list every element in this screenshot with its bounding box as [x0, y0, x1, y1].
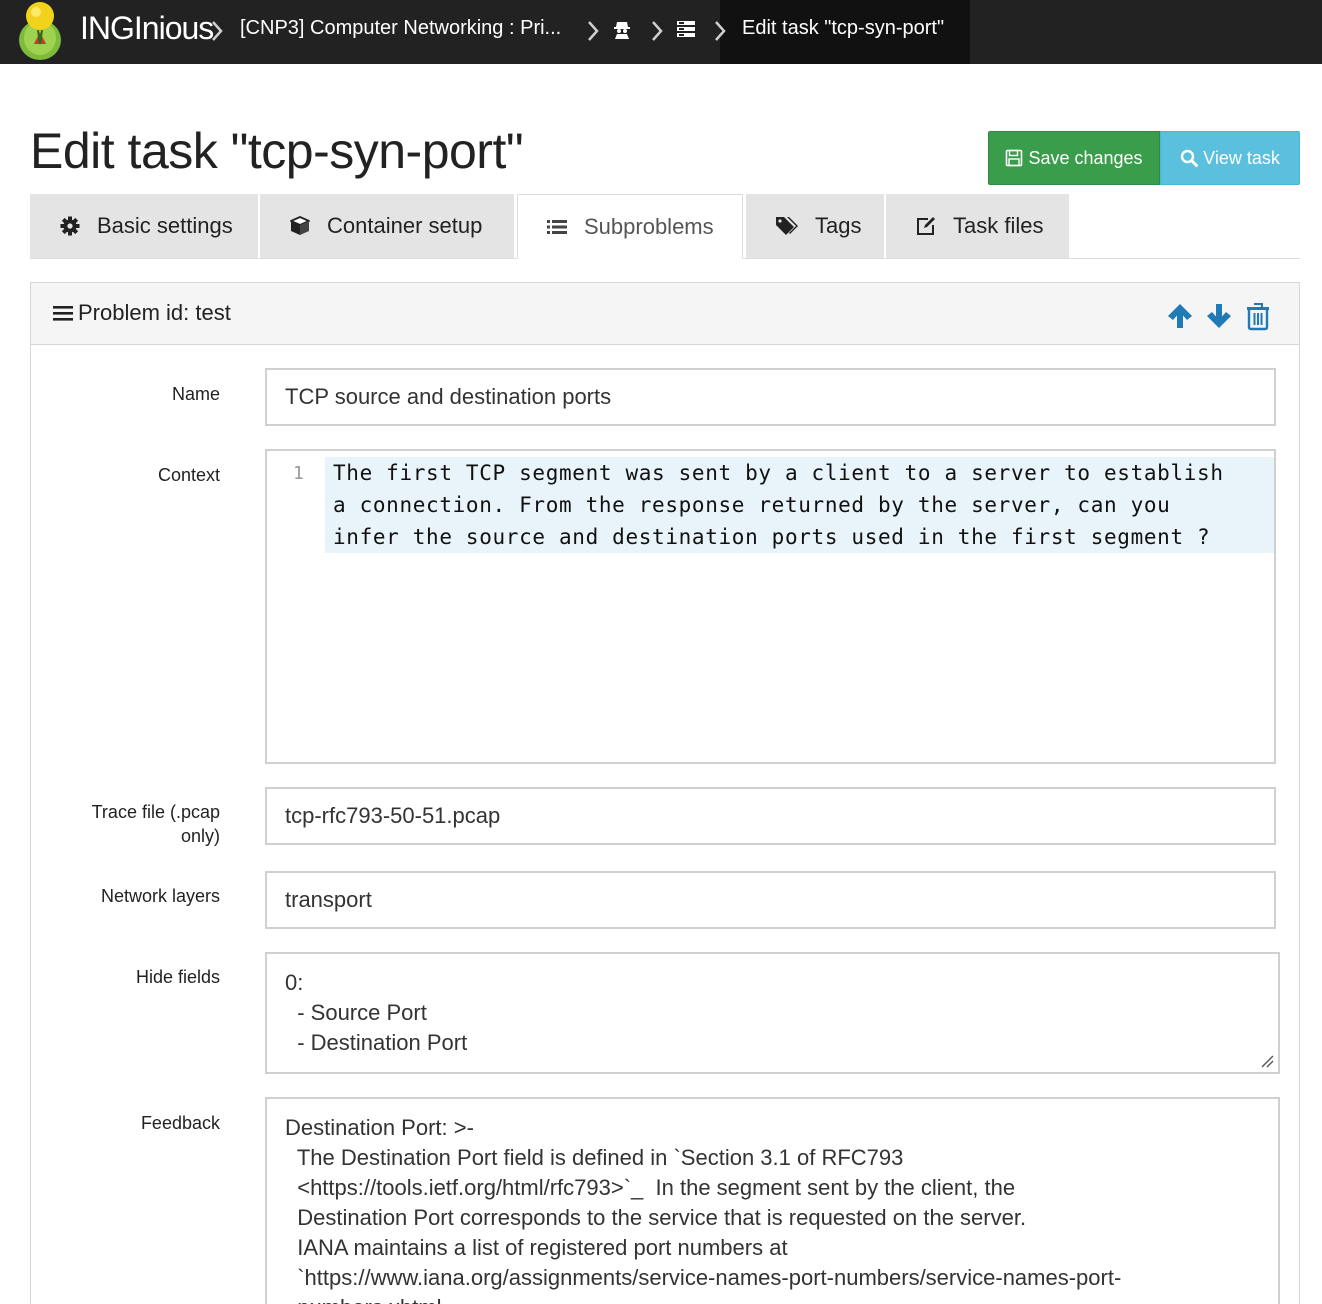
problem-panel-header: Problem id: test — [31, 283, 1299, 345]
edit-icon — [917, 217, 935, 235]
name-label: Name — [171, 384, 220, 404]
tab-tags[interactable]: Tags — [746, 194, 884, 258]
textarea-line: `https://www.iana.org/assignments/servic… — [285, 1265, 1122, 1290]
tab-label: Container setup — [327, 213, 483, 238]
name-input[interactable]: TCP source and destination ports — [265, 368, 1276, 426]
tab-label: Subproblems — [584, 213, 714, 239]
floppy-disk-icon — [1006, 149, 1023, 167]
chevron-right-icon — [652, 21, 663, 41]
tab-container-setup[interactable]: Container setup — [260, 194, 514, 258]
textarea-line: - Source Port — [285, 1000, 427, 1025]
textarea-line: - Destination Port — [285, 1030, 468, 1055]
tab-label: Basic settings — [97, 213, 233, 238]
feedback-textarea[interactable]: Destination Port: >- The Destination Por… — [265, 1097, 1280, 1304]
textarea-line: numbers.xhtml — [285, 1293, 1260, 1304]
textarea-line: Destination Port: >- — [285, 1115, 474, 1140]
code-line: The first TCP segment was sent by a clie… — [333, 461, 1224, 485]
code-line: infer the source and destination ports u… — [333, 525, 1211, 549]
user-secret-icon[interactable] — [612, 18, 632, 40]
list-icon — [547, 219, 567, 234]
chevron-right-icon — [715, 21, 726, 41]
arrow-up-icon[interactable] — [1165, 301, 1195, 331]
textarea-line: Destination Port corresponds to the serv… — [285, 1205, 1027, 1230]
context-label: Context — [157, 465, 220, 485]
network-layers-label: Network layers — [100, 886, 220, 906]
save-changes-label: Save changes — [1028, 147, 1143, 168]
hide-fields-textarea[interactable]: 0: - Source Port - Destination Port — [265, 952, 1280, 1074]
inginious-logo-icon[interactable] — [16, 0, 64, 62]
breadcrumb-course[interactable]: [CNP3] Computer Networking : Pri... — [240, 17, 561, 40]
resize-grip-icon[interactable] — [1260, 1054, 1274, 1068]
gear-icon — [60, 216, 80, 236]
arrow-down-icon[interactable] — [1204, 301, 1234, 331]
trash-icon[interactable] — [1243, 301, 1273, 331]
cube-icon — [290, 216, 310, 235]
tab-label: Task files — [953, 213, 1044, 238]
code-line: a connection. From the response returned… — [333, 493, 1171, 517]
textarea-line: IANA maintains a list of registered port… — [285, 1235, 788, 1260]
tab-subproblems[interactable]: Subproblems — [517, 194, 743, 259]
textarea-line: <https://tools.ietf.org/html/rfc793>`_ I… — [285, 1175, 1016, 1200]
tasks-list-icon[interactable] — [676, 18, 696, 40]
trace-file-input[interactable]: tcp-rfc793-50-51.pcap — [265, 787, 1276, 845]
textarea-line: The Destination Port field is defined in… — [285, 1145, 904, 1170]
line-number: 1 — [293, 463, 304, 484]
hamburger-icon[interactable] — [53, 304, 73, 322]
problem-title-text: Problem id: test — [78, 300, 231, 325]
brand-name[interactable]: INGInious — [80, 10, 214, 47]
tab-basic-settings[interactable]: Basic settings — [30, 194, 258, 258]
breadcrumb-current: Edit task "tcp-syn-port" — [742, 17, 945, 39]
view-task-label: View task — [1203, 147, 1280, 168]
feedback-label: Feedback — [140, 1113, 220, 1133]
trace-file-label-line: Trace file (.pcap — [91, 802, 220, 822]
network-layers-input[interactable]: transport — [265, 871, 1276, 929]
tags-icon — [776, 217, 798, 235]
save-changes-button[interactable]: Save changes — [988, 131, 1160, 185]
top-navbar: INGInious [CNP3] Computer Networking : P… — [0, 0, 1322, 64]
tab-label: Tags — [815, 213, 862, 238]
textarea-line: 0: — [285, 970, 304, 995]
tab-task-files[interactable]: Task files — [886, 194, 1069, 258]
search-icon — [1180, 149, 1199, 167]
problem-title: Problem id: test — [53, 300, 231, 326]
trace-file-label-line: only) — [180, 826, 220, 846]
chevron-right-icon — [588, 21, 599, 41]
trace-file-label: Trace file (.pcap only) — [92, 800, 220, 848]
page-title: Edit task "tcp-syn-port" — [30, 123, 524, 179]
context-code-editor[interactable]: 1 The first TCP segment was sent by a cl… — [265, 449, 1276, 764]
chevron-right-icon — [212, 21, 223, 41]
hide-fields-label: Hide fields — [135, 967, 220, 987]
view-task-button[interactable]: View task — [1160, 131, 1300, 185]
